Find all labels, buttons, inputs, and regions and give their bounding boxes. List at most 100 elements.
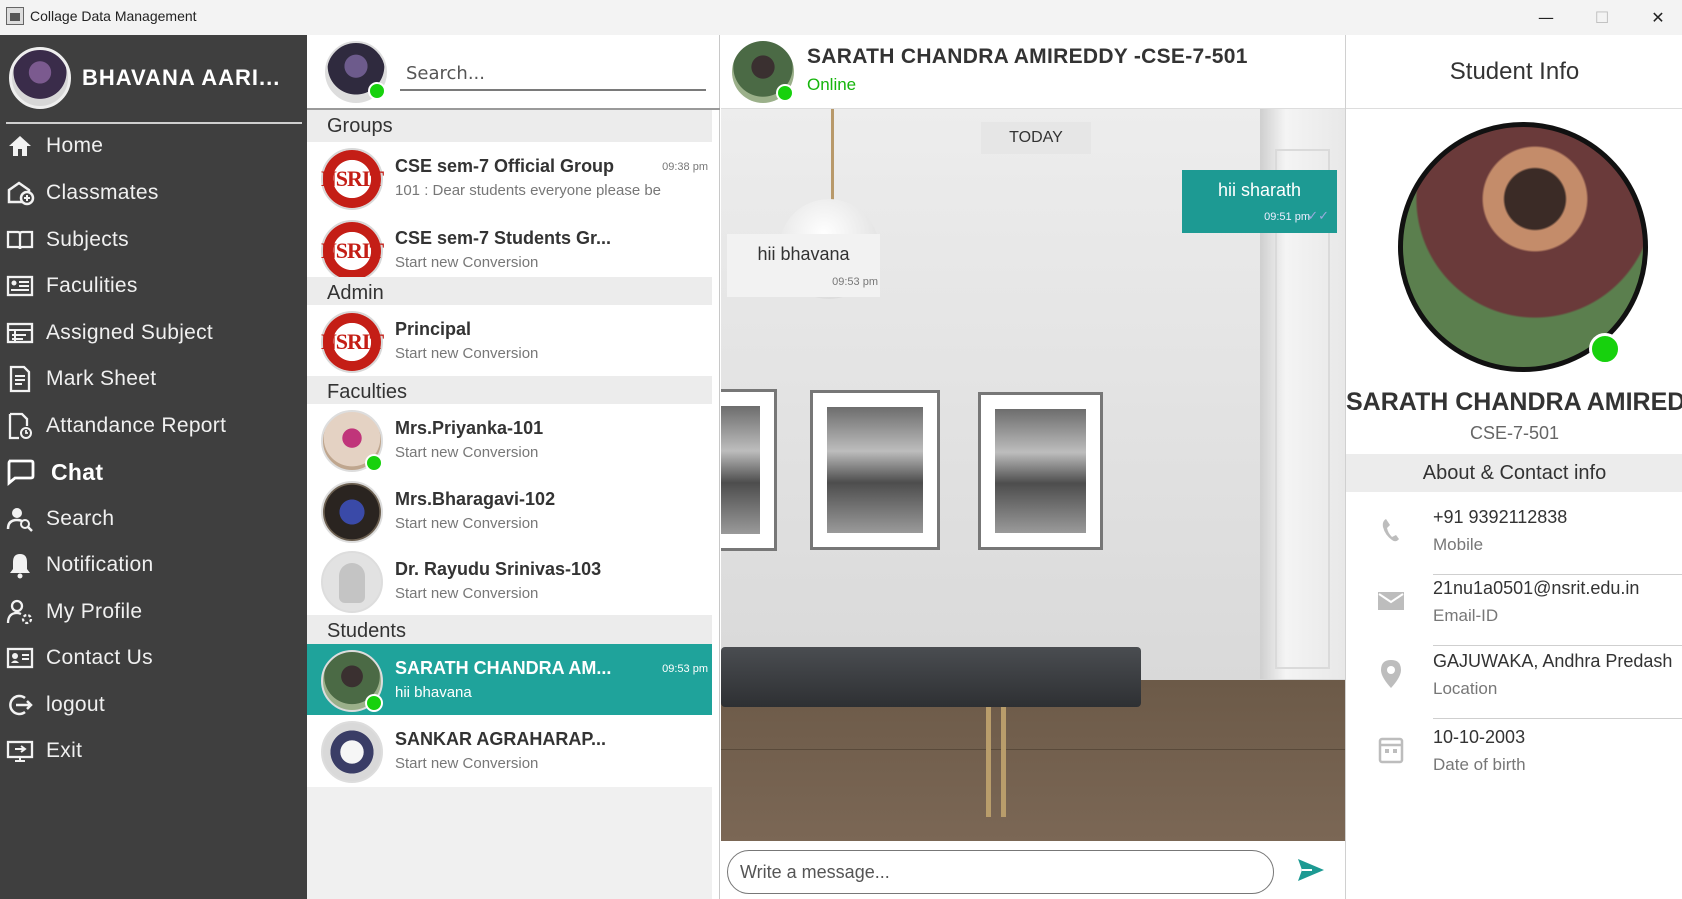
contact-avatar[interactable] [732,41,794,103]
chat-item-sankar[interactable]: SANKAR AGRAHARAP... Start new Conversion [307,715,712,787]
chat-item-preview: Start new Conversion [395,515,539,532]
sidebar-item-label: My Profile [46,600,143,623]
wallpaper-frame [721,389,777,551]
contact-row-email: 21nu1a0501@nsrit.edu.in Email-ID [1346,570,1682,646]
student-name: SARATH CHANDRA AMIREDDY [1346,388,1682,416]
composer [721,841,1345,899]
date-separator: TODAY [981,122,1091,154]
mail-icon [1374,584,1408,618]
logout-icon [3,690,37,720]
student-avatar [321,650,383,712]
sidebar-item-mark-sheet[interactable]: Mark Sheet [0,358,307,400]
chat-item-cse-students-group[interactable]: NSRIT CSE sem-7 Students Gr... Start new… [307,214,712,286]
sidebar-item-label: Notification [46,553,154,576]
close-button[interactable]: ✕ [1630,0,1682,35]
my-avatar[interactable] [325,41,387,103]
message-bubble-incoming[interactable]: hii bhavana 09:53 pm [727,234,880,297]
online-status-icon [368,82,386,100]
student-info-panel: Student Info SARATH CHANDRA AMIREDDY CSE… [1345,35,1682,899]
search-input[interactable] [400,57,706,91]
contact-row-dob: 10-10-2003 Date of birth [1346,719,1682,795]
sidebar-item-label: Mark Sheet [46,367,157,390]
chat-item-time: 09:53 pm [662,663,708,675]
contact-name: SARATH CHANDRA AMIREDDY -CSE-7-501 [807,45,1248,68]
chat-item-name: SANKAR AGRAHARAP... [395,729,607,749]
student-avatar [321,721,383,783]
contact-card-icon [3,643,37,673]
home-icon [3,131,37,161]
section-title-students: Students [307,615,712,647]
nsrit-logo-avatar: NSRIT [321,311,384,373]
wallpaper-floor [721,749,1345,750]
chat-item-principal[interactable]: NSRIT Principal Start new Conversion [307,305,712,377]
online-status-icon [1589,333,1621,365]
online-status-icon [365,454,383,472]
wallpaper-lamp-cord [831,109,834,204]
chat-item-sarath-chandra[interactable]: SARATH CHANDRA AM... hii bhavana 09:53 p… [307,644,712,716]
chat-item-name: Principal [395,319,472,339]
chat-item-preview: Start new Conversion [395,444,539,461]
mobile-value: +91 9392112838 [1433,507,1568,527]
sidebar-item-exit[interactable]: Exit [0,730,307,772]
about-section-title: About & Contact info [1346,454,1682,492]
info-panel-title: Student Info [1346,35,1682,109]
conversation-list[interactable]: Groups NSRIT CSE sem-7 Official Group 10… [307,110,712,899]
profile-settings-icon [3,597,37,627]
wallpaper-bench-leg [986,707,991,817]
default-avatar-icon [321,551,383,613]
sidebar-item-search[interactable]: Search [0,498,307,540]
chat-item-cse-official-group[interactable]: NSRIT CSE sem-7 Official Group 101 : Dea… [307,142,712,214]
sidebar-item-assigned-subject[interactable]: Assigned Subject [0,312,307,354]
maximize-button[interactable]: ☐ [1574,0,1630,35]
message-area[interactable]: TODAY hii sharath 09:51 pm ✓✓ hii bhavan… [721,109,1345,841]
window-title: Collage Data Management [30,8,197,24]
chat-item-priyanka[interactable]: Mrs.Priyanka-101 Start new Conversion [307,404,712,476]
sidebar-item-label: Classmates [46,181,159,204]
send-button[interactable] [1293,855,1329,889]
bell-icon [3,550,37,580]
sidebar-item-home[interactable]: Home [0,125,307,167]
message-text: hii sharath [1217,180,1302,200]
sidebar-item-notification[interactable]: Notification [0,544,307,586]
sidebar-item-attandance-report[interactable]: Attandance Report [0,405,307,447]
classmates-icon [3,178,37,208]
message-time: 09:53 pm [832,276,878,288]
sidebar-item-chat[interactable]: Chat [0,451,307,493]
online-status-icon [776,84,794,102]
app-window: Collage Data Management — ☐ ✕ BHAVANA AA… [0,0,1682,899]
sidebar-item-logout[interactable]: logout [0,684,307,726]
chat-item-preview: Start new Conversion [395,585,539,602]
nsrit-logo-avatar: NSRIT [321,220,384,282]
chat-item-name: CSE sem-7 Students Gr... [395,228,612,248]
student-photo[interactable] [1398,122,1648,372]
email-value: 21nu1a0501@nsrit.edu.in [1433,578,1640,598]
user-avatar[interactable] [9,47,71,109]
sidebar-item-label: Chat [51,458,104,485]
wallpaper-bench-leg [1001,707,1006,817]
chat-item-name: CSE sem-7 Official Group [395,156,615,176]
message-bubble-outgoing[interactable]: hii sharath 09:51 pm ✓✓ [1182,170,1337,233]
sidebar-item-my-profile[interactable]: My Profile [0,591,307,633]
sidebar-item-subjects[interactable]: Subjects [0,219,307,261]
chat-item-preview: Start new Conversion [395,345,539,362]
sidebar-item-faculities[interactable]: Faculities [0,265,307,307]
search-user-icon [3,504,37,534]
wallpaper-frame [810,390,940,550]
sidebar-item-contact-us[interactable]: Contact Us [0,637,307,679]
marksheet-icon [3,364,37,394]
message-text: hii bhavana [757,244,850,264]
sidebar-item-label: Search [46,507,115,530]
sidebar-item-classmates[interactable]: Classmates [0,172,307,214]
wallpaper-bench [721,647,1141,707]
wallpaper-frame [978,392,1103,550]
dob-value: 10-10-2003 [1433,727,1526,747]
message-input[interactable] [727,850,1274,894]
exit-icon [3,736,37,766]
minimize-button[interactable]: — [1518,0,1574,35]
sidebar-item-label: Home [46,134,104,157]
chat-item-rayudu-srinivas[interactable]: Dr. Rayudu Srinivas-103 Start new Conver… [307,545,712,617]
chat-item-bharagavi[interactable]: Mrs.Bharagavi-102 Start new Conversion [307,475,712,547]
contact-row-mobile: +91 9392112838 Mobile [1346,499,1682,575]
chat-item-name: SARATH CHANDRA AM... [395,658,612,678]
chat-panel: SARATH CHANDRA AMIREDDY -CSE-7-501 Onlin… [721,35,1345,899]
